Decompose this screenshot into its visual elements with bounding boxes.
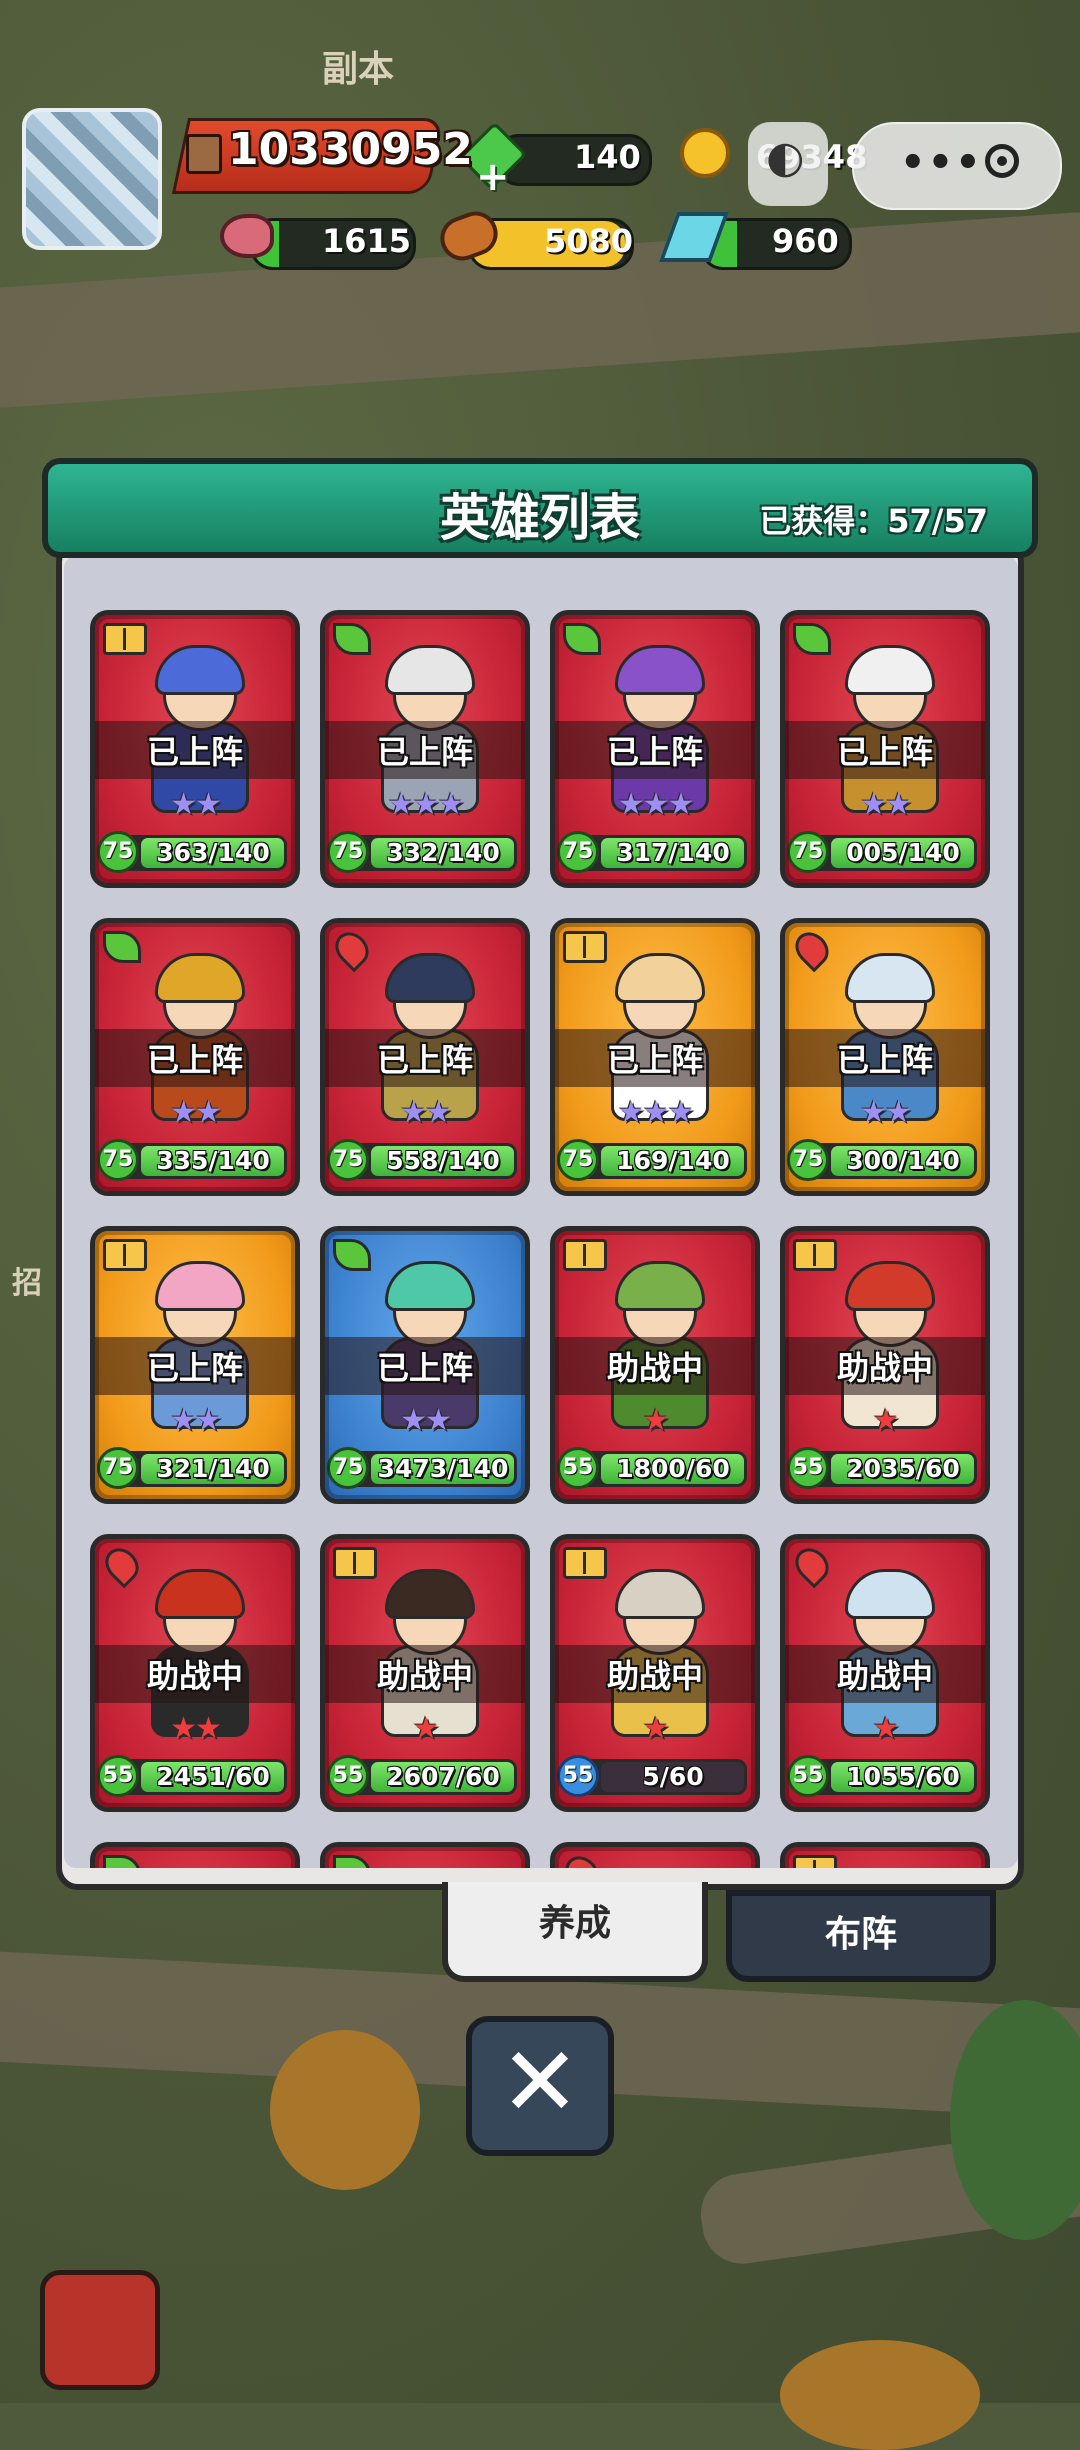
card-frame xyxy=(555,923,755,1191)
card-frame xyxy=(785,615,985,883)
hero-card[interactable]: 已上阵 ★★ 75 005/140 xyxy=(780,610,990,888)
gems-value: 140 xyxy=(574,138,641,176)
map-recruit-label[interactable]: 招 xyxy=(12,1258,42,1302)
tab-cultivate[interactable]: 养成 xyxy=(442,1882,708,1982)
hero-card[interactable]: 已上阵 ★★ 75 3473/140 xyxy=(320,1226,530,1504)
crystal-value: 960 xyxy=(772,222,839,260)
tree-icon xyxy=(780,2340,980,2450)
power-icon xyxy=(186,134,222,174)
card-frame xyxy=(555,1847,755,1868)
close-button[interactable]: ✕ xyxy=(466,2016,614,2156)
hero-card[interactable] xyxy=(780,1842,990,1868)
hero-card[interactable]: 助战中 ★ 55 5/60 xyxy=(550,1534,760,1812)
gold-coin-icon xyxy=(680,128,730,178)
player-avatar[interactable] xyxy=(22,108,162,250)
card-frame xyxy=(555,1539,755,1807)
card-frame xyxy=(555,1231,755,1499)
meat-icon xyxy=(220,214,274,258)
share-button[interactable] xyxy=(748,122,828,206)
card-frame xyxy=(95,1847,295,1868)
hero-card[interactable] xyxy=(90,1842,300,1868)
add-gems-icon[interactable]: + xyxy=(476,154,510,200)
wood-value: 5080 xyxy=(544,222,634,260)
card-frame xyxy=(785,923,985,1191)
hero-card[interactable] xyxy=(550,1842,760,1868)
card-frame xyxy=(95,923,295,1191)
more-menu-icon[interactable]: ••• xyxy=(900,140,983,186)
obtained-count: 已获得：57/57 xyxy=(759,502,988,540)
card-frame xyxy=(785,1231,985,1499)
hero-card[interactable]: 助战中 ★ 55 2607/60 xyxy=(320,1534,530,1812)
hero-card[interactable]: 助战中 ★ 55 1800/60 xyxy=(550,1226,760,1504)
hero-card[interactable]: 已上阵 ★★ 75 363/140 xyxy=(90,610,300,888)
card-frame xyxy=(325,615,525,883)
tree-icon xyxy=(270,2030,420,2190)
hero-card[interactable]: 助战中 ★★ 55 2451/60 xyxy=(90,1534,300,1812)
card-frame xyxy=(555,615,755,883)
meat-value: 1615 xyxy=(322,222,412,260)
hero-card[interactable] xyxy=(320,1842,530,1868)
tab-formation[interactable]: 布阵 xyxy=(726,1890,996,1982)
hero-card[interactable]: 已上阵 ★★★ 75 169/140 xyxy=(550,918,760,1196)
card-frame xyxy=(95,1539,295,1807)
hero-card[interactable]: 已上阵 ★★ 75 321/140 xyxy=(90,1226,300,1504)
card-frame xyxy=(325,1231,525,1499)
hero-card[interactable]: 已上阵 ★★★ 75 332/140 xyxy=(320,610,530,888)
hero-card[interactable]: 助战中 ★ 55 1055/60 xyxy=(780,1534,990,1812)
close-miniprogram-icon[interactable] xyxy=(985,144,1019,178)
card-frame xyxy=(785,1539,985,1807)
hero-card[interactable]: 已上阵 ★★ 75 335/140 xyxy=(90,918,300,1196)
hero-card[interactable]: 已上阵 ★★ 75 300/140 xyxy=(780,918,990,1196)
hero-card[interactable]: 已上阵 ★★ 75 558/140 xyxy=(320,918,530,1196)
card-frame xyxy=(785,1847,985,1868)
card-frame xyxy=(95,1231,295,1499)
card-frame xyxy=(325,1539,525,1807)
card-frame xyxy=(95,615,295,883)
card-frame xyxy=(325,1847,525,1868)
hero-card[interactable]: 助战中 ★ 55 2035/60 xyxy=(780,1226,990,1504)
map-event-icon[interactable] xyxy=(40,2270,160,2390)
hero-card[interactable]: 已上阵 ★★★ 75 317/140 xyxy=(550,610,760,888)
hero-grid: 已上阵 ★★ 75 363/140 已上阵 ★★★ 75 332/140 已上阵 ★★★ 75 317… xyxy=(84,600,1000,1868)
combat-power-value: 10330952 xyxy=(228,124,473,175)
card-frame xyxy=(325,923,525,1191)
map-dungeon-label[interactable]: 副本 xyxy=(322,40,394,92)
